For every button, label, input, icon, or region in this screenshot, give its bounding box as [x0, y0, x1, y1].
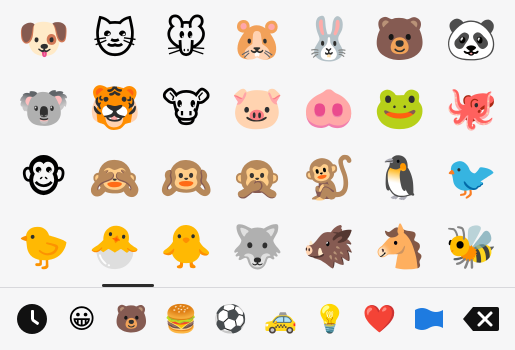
emoji-baby-chick[interactable]: 🐥	[151, 213, 222, 283]
emoji-monkey-face[interactable]: 🐵	[8, 143, 79, 213]
smiley-icon: 😀	[67, 303, 96, 335]
emoji-rabbit-face[interactable]: 🐰	[293, 4, 364, 74]
emoji-mouse-face[interactable]: 🐭	[151, 4, 222, 74]
delete-button[interactable]	[461, 301, 501, 337]
emoji-cow-face[interactable]: 🐮	[151, 74, 222, 144]
flag-icon	[415, 308, 444, 330]
backspace-icon	[462, 307, 499, 331]
emoji-bird[interactable]: 🐦	[436, 143, 507, 213]
emoji-grid: 🐶 🐱 🐭 🐹 🐰 🐻 🐼 🐨 🐯 🐮 🐷 🐽 🐸 🐙 🐵 🙈 🙉 🙊 🐒 🐧 …	[0, 4, 515, 282]
emoji-boar[interactable]: 🐗	[293, 213, 364, 283]
category-flags-button[interactable]	[411, 301, 447, 337]
category-symbols-button[interactable]: ❤️	[362, 301, 398, 337]
emoji-pig-nose[interactable]: 🐽	[293, 74, 364, 144]
emoji-hatching-chick[interactable]: 🐣	[79, 213, 150, 283]
hamburger-icon: 🍔	[164, 303, 198, 335]
emoji-horse-face[interactable]: 🐴	[364, 213, 435, 283]
emoji-hamster[interactable]: 🐹	[222, 4, 293, 74]
emoji-koala[interactable]: 🐨	[8, 74, 79, 144]
light-bulb-icon: 💡	[313, 303, 347, 335]
emoji-keyboard: 🐶 🐱 🐭 🐹 🐰 🐻 🐼 🐨 🐯 🐮 🐷 🐽 🐸 🐙 🐵 🙈 🙉 🙊 🐒 🐧 …	[0, 0, 515, 350]
taxi-icon: 🚕	[263, 303, 298, 335]
emoji-speak-no-evil-monkey[interactable]: 🙊	[222, 143, 293, 213]
emoji-octopus[interactable]: 🐙	[436, 74, 507, 144]
category-bar: 😀 🐻 🍔 ⚽ 🚕 💡 ❤️	[0, 288, 515, 350]
category-smileys-button[interactable]: 😀	[64, 301, 100, 337]
emoji-monkey[interactable]: 🐒	[293, 143, 364, 213]
emoji-bear[interactable]: 🐻	[364, 4, 435, 74]
emoji-baby-chick-face[interactable]: 🐤	[8, 213, 79, 283]
emoji-pig-face[interactable]: 🐷	[222, 74, 293, 144]
heart-icon: ❤️	[362, 303, 397, 335]
emoji-wolf[interactable]: 🐺	[222, 213, 293, 283]
emoji-cat-face[interactable]: 🐱	[79, 4, 150, 74]
emoji-hear-no-evil-monkey[interactable]: 🙉	[151, 143, 222, 213]
category-activity-button[interactable]: ⚽	[213, 301, 249, 337]
emoji-honeybee[interactable]: 🐝	[436, 213, 507, 283]
emoji-see-no-evil-monkey[interactable]: 🙈	[79, 143, 150, 213]
emoji-panda[interactable]: 🐼	[436, 4, 507, 74]
emoji-tiger-face[interactable]: 🐯	[79, 74, 150, 144]
bear-icon: 🐻	[114, 303, 149, 335]
category-animals-button[interactable]: 🐻	[113, 301, 149, 337]
emoji-dog-face[interactable]: 🐶	[8, 4, 79, 74]
emoji-penguin[interactable]: 🐧	[364, 143, 435, 213]
emoji-frog[interactable]: 🐸	[364, 74, 435, 144]
soccer-ball-icon: ⚽	[213, 303, 248, 335]
category-objects-button[interactable]: 💡	[312, 301, 348, 337]
category-recent-button[interactable]	[14, 301, 50, 337]
category-food-button[interactable]: 🍔	[163, 301, 199, 337]
category-travel-button[interactable]: 🚕	[262, 301, 298, 337]
clock-icon	[17, 304, 47, 334]
